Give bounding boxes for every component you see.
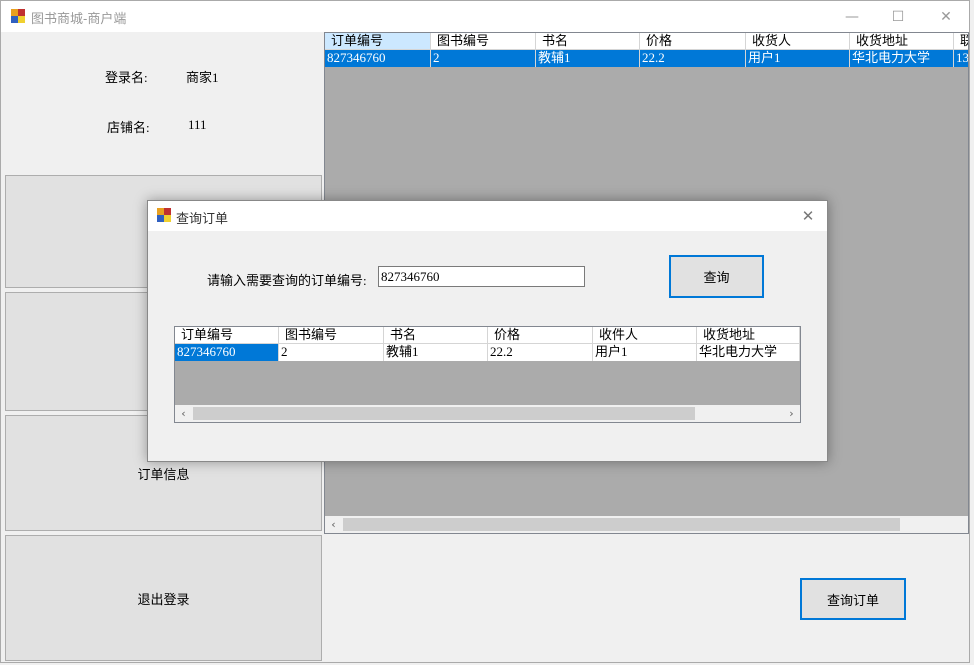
query-button[interactable]: 查询 xyxy=(669,255,764,298)
close-icon[interactable]: ✕ xyxy=(923,1,969,32)
sidebar-item-label: 退出登录 xyxy=(137,591,190,607)
app-icon xyxy=(11,9,25,23)
table-cell[interactable]: 教辅1 xyxy=(384,344,488,361)
table-row[interactable]: 827346760 2 教辅1 22.2 用户1 华北电力大学 xyxy=(175,344,800,361)
column-header[interactable]: 收货地址 xyxy=(850,33,954,50)
column-header[interactable]: 价格 xyxy=(488,327,593,344)
maximize-icon[interactable]: ☐ xyxy=(875,1,921,32)
column-header[interactable]: 订单编号 xyxy=(325,33,431,50)
shop-name-value: 111 xyxy=(188,117,207,132)
horizontal-scrollbar[interactable]: ‹ › xyxy=(175,405,800,422)
column-header[interactable]: 收货地址 xyxy=(697,327,800,344)
table-cell[interactable]: 华北电力大学 xyxy=(850,50,954,67)
app-icon xyxy=(157,208,171,222)
table-cell[interactable]: 22.2 xyxy=(488,344,593,361)
grid-header: 订单编号 图书编号 书名 价格 收件人 收货地址 xyxy=(175,327,800,344)
column-header[interactable]: 图书编号 xyxy=(279,327,384,344)
table-cell[interactable]: 教辅1 xyxy=(536,50,640,67)
scrollbar-thumb[interactable] xyxy=(343,518,900,531)
table-cell[interactable]: 华北电力大学 xyxy=(697,344,800,361)
query-result-grid[interactable]: 订单编号 图书编号 书名 价格 收件人 收货地址 827346760 2 教辅1… xyxy=(174,326,801,423)
close-icon[interactable]: ✕ xyxy=(797,205,819,227)
scroll-left-icon[interactable]: ‹ xyxy=(325,516,342,533)
scroll-left-icon[interactable]: ‹ xyxy=(175,405,192,422)
scroll-right-icon[interactable]: › xyxy=(783,405,800,422)
table-cell[interactable]: 用户1 xyxy=(593,344,697,361)
window-title: 图书商城-商户端 xyxy=(31,11,127,26)
table-cell[interactable]: 13 xyxy=(954,50,968,67)
dialog-title-bar: 查询订单 ✕ xyxy=(148,201,827,231)
column-header[interactable]: 收件人 xyxy=(593,327,697,344)
order-number-input[interactable] xyxy=(378,266,585,287)
horizontal-scrollbar[interactable]: ‹ xyxy=(325,516,968,533)
logout-button[interactable]: 退出登录 xyxy=(5,535,322,661)
order-number-prompt: 请输入需要查询的订单编号: xyxy=(207,273,367,288)
column-header[interactable]: 图书编号 xyxy=(431,33,536,50)
table-cell[interactable]: 用户1 xyxy=(746,50,850,67)
column-header[interactable]: 价格 xyxy=(640,33,746,50)
scrollbar-thumb[interactable] xyxy=(193,407,695,420)
table-cell[interactable]: 2 xyxy=(431,50,536,67)
column-header[interactable]: 联 xyxy=(954,33,968,50)
column-header[interactable]: 收货人 xyxy=(746,33,850,50)
minimize-icon[interactable]: — xyxy=(829,1,875,32)
table-cell[interactable]: 22.2 xyxy=(640,50,746,67)
column-header[interactable]: 书名 xyxy=(384,327,488,344)
table-cell[interactable]: 827346760 xyxy=(325,50,431,67)
login-name-value: 商家1 xyxy=(186,70,219,85)
shop-name-label: 店铺名: xyxy=(107,120,150,135)
grid-header: 订单编号 图书编号 书名 价格 收货人 收货地址 联 xyxy=(325,33,968,50)
query-orders-button[interactable]: 查询订单 xyxy=(800,578,906,620)
column-header[interactable]: 书名 xyxy=(536,33,640,50)
title-bar: 图书商城-商户端 — ☐ ✕ xyxy=(1,1,969,32)
dialog-title: 查询订单 xyxy=(176,211,229,226)
column-header[interactable]: 订单编号 xyxy=(175,327,279,344)
table-cell[interactable]: 2 xyxy=(279,344,384,361)
query-order-dialog: 查询订单 ✕ 请输入需要查询的订单编号: 查询 订单编号 图书编号 书名 价格 … xyxy=(147,200,828,462)
sidebar-item-label: 订单信息 xyxy=(137,466,190,482)
login-name-label: 登录名: xyxy=(105,70,148,85)
table-row[interactable]: 827346760 2 教辅1 22.2 用户1 华北电力大学 13 xyxy=(325,50,968,67)
table-cell[interactable]: 827346760 xyxy=(175,344,279,361)
